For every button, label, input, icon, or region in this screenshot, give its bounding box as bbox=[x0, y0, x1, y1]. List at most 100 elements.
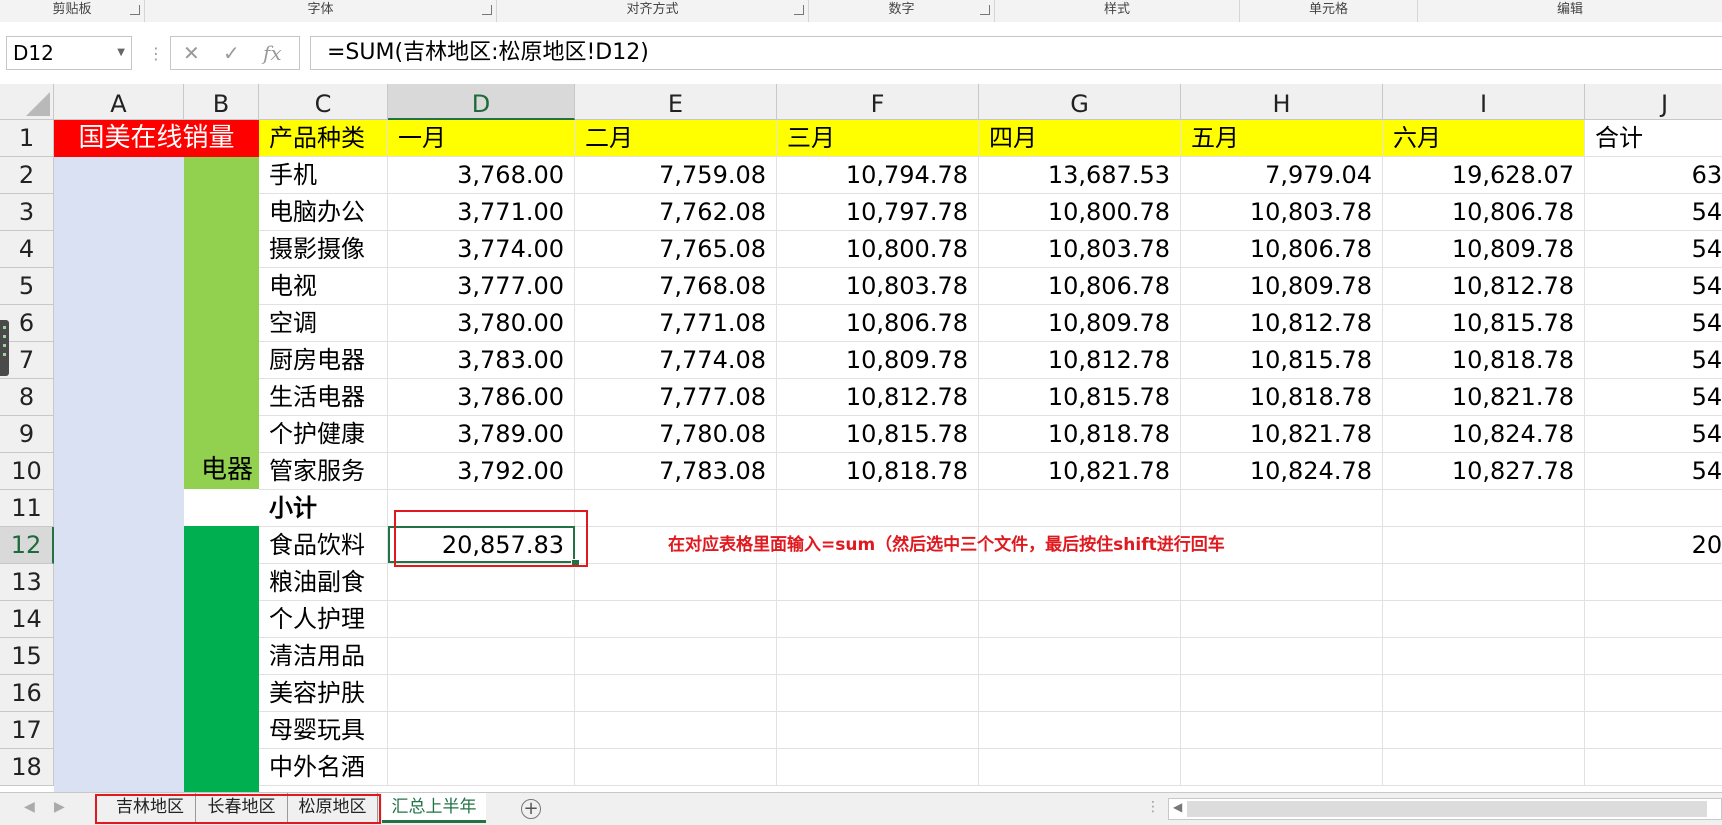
category-cell[interactable]: 食品饮料 bbox=[259, 527, 388, 564]
empty-cell[interactable] bbox=[1181, 564, 1383, 601]
total-cell[interactable]: 20,8 bbox=[1585, 527, 1722, 564]
value-cell[interactable]: 7,774.08 bbox=[575, 342, 777, 379]
row-header-10[interactable]: 10 bbox=[0, 453, 54, 490]
dialog-launcher-icon[interactable]: · bbox=[130, 5, 140, 15]
column-header-i[interactable]: I bbox=[1383, 84, 1585, 120]
spreadsheet-grid[interactable]: ABCDEFGHIJ 1 2 3 4 5 6 7 8 9 10 11 12 13 14 15 16 17 18 国… bbox=[0, 84, 1722, 792]
sheet-title[interactable]: 国美在线销量 bbox=[54, 120, 259, 157]
empty-cell[interactable] bbox=[777, 564, 979, 601]
empty-cell[interactable] bbox=[575, 490, 777, 527]
total-cell[interactable]: 54,8 bbox=[1585, 453, 1722, 490]
value-cell[interactable]: 10,806.78 bbox=[979, 268, 1181, 305]
value-cell[interactable]: 10,809.78 bbox=[979, 305, 1181, 342]
value-cell[interactable]: 10,812.78 bbox=[979, 342, 1181, 379]
value-cell[interactable]: 10,809.78 bbox=[777, 342, 979, 379]
row-header-16[interactable]: 16 bbox=[0, 675, 54, 712]
tab-splitter-icon[interactable]: ⋮ bbox=[1146, 799, 1160, 815]
total-cell[interactable]: 54,7 bbox=[1585, 268, 1722, 305]
value-cell[interactable]: 3,780.00 bbox=[388, 305, 575, 342]
row-header-14[interactable]: 14 bbox=[0, 601, 54, 638]
empty-cell[interactable] bbox=[979, 601, 1181, 638]
empty-cell[interactable] bbox=[979, 490, 1181, 527]
total-cell[interactable]: 54,8 bbox=[1585, 342, 1722, 379]
total-cell[interactable]: 63,6 bbox=[1585, 157, 1722, 194]
category-cell[interactable]: 美容护肤 bbox=[259, 675, 388, 712]
empty-cell[interactable] bbox=[1585, 490, 1722, 527]
tab-sheet-summary[interactable]: 汇总上半年 bbox=[382, 793, 486, 823]
value-cell[interactable]: 10,815.78 bbox=[777, 416, 979, 453]
empty-cell[interactable] bbox=[575, 564, 777, 601]
total-cell[interactable]: 54,8 bbox=[1585, 416, 1722, 453]
header-month-5[interactable]: 五月 bbox=[1181, 120, 1383, 157]
empty-cell[interactable] bbox=[1181, 601, 1383, 638]
value-cell[interactable]: 10,809.78 bbox=[1181, 268, 1383, 305]
value-cell[interactable]: 10,821.78 bbox=[1383, 379, 1585, 416]
value-cell[interactable]: 10,818.78 bbox=[777, 453, 979, 490]
category-cell[interactable]: 个人护理 bbox=[259, 601, 388, 638]
empty-cell[interactable] bbox=[388, 564, 575, 601]
column-header-j[interactable]: J bbox=[1585, 84, 1722, 120]
empty-cell[interactable] bbox=[1585, 638, 1722, 675]
header-month-6[interactable]: 六月 bbox=[1383, 120, 1585, 157]
empty-cell[interactable] bbox=[575, 712, 777, 749]
side-panel-handle[interactable] bbox=[0, 320, 9, 376]
category-cell[interactable]: 母婴玩具 bbox=[259, 712, 388, 749]
empty-cell[interactable] bbox=[388, 675, 575, 712]
category-cell[interactable]: 清洁用品 bbox=[259, 638, 388, 675]
value-cell[interactable]: 19,628.07 bbox=[1383, 157, 1585, 194]
empty-cell[interactable] bbox=[1585, 749, 1722, 786]
column-header-g[interactable]: G bbox=[979, 84, 1181, 120]
value-cell[interactable]: 10,815.78 bbox=[1383, 305, 1585, 342]
empty-cell[interactable] bbox=[777, 675, 979, 712]
row-header-5[interactable]: 5 bbox=[0, 268, 54, 305]
group-label-electronics[interactable]: 电器 bbox=[184, 452, 259, 489]
empty-cell[interactable] bbox=[1383, 490, 1585, 527]
empty-cell[interactable] bbox=[575, 749, 777, 786]
category-cell[interactable]: 个护健康 bbox=[259, 416, 388, 453]
category-cell[interactable]: 电视 bbox=[259, 268, 388, 305]
empty-cell[interactable] bbox=[388, 601, 575, 638]
empty-cell[interactable] bbox=[777, 490, 979, 527]
value-cell[interactable]: 7,771.08 bbox=[575, 305, 777, 342]
cancel-icon[interactable]: ✕ bbox=[183, 41, 200, 65]
value-cell[interactable]: 10,827.78 bbox=[1383, 453, 1585, 490]
column-header-e[interactable]: E bbox=[575, 84, 777, 120]
value-cell[interactable]: 7,780.08 bbox=[575, 416, 777, 453]
category-cell[interactable]: 手机 bbox=[259, 157, 388, 194]
empty-cell[interactable] bbox=[1585, 712, 1722, 749]
value-cell[interactable]: 10,812.78 bbox=[1383, 268, 1585, 305]
empty-cell[interactable] bbox=[979, 564, 1181, 601]
empty-cell[interactable] bbox=[1181, 638, 1383, 675]
value-cell[interactable]: 7,768.08 bbox=[575, 268, 777, 305]
dialog-launcher-icon[interactable]: · bbox=[980, 5, 990, 15]
empty-cell[interactable] bbox=[979, 638, 1181, 675]
row-header-17[interactable]: 17 bbox=[0, 712, 54, 749]
value-cell[interactable]: 10,797.78 bbox=[777, 194, 979, 231]
value-cell[interactable]: 10,812.78 bbox=[1181, 305, 1383, 342]
value-cell[interactable]: 10,818.78 bbox=[979, 416, 1181, 453]
empty-cell[interactable] bbox=[1383, 564, 1585, 601]
header-month-4[interactable]: 四月 bbox=[979, 120, 1181, 157]
subtotal-label[interactable]: 小计 bbox=[259, 490, 388, 527]
column-header-d[interactable]: D bbox=[388, 84, 575, 120]
category-cell[interactable]: 摄影摄像 bbox=[259, 231, 388, 268]
empty-cell[interactable] bbox=[1181, 749, 1383, 786]
empty-cell[interactable] bbox=[1181, 490, 1383, 527]
row-header-9[interactable]: 9 bbox=[0, 416, 54, 453]
header-month-3[interactable]: 三月 bbox=[777, 120, 979, 157]
column-header-f[interactable]: F bbox=[777, 84, 979, 120]
value-cell[interactable]: 3,783.00 bbox=[388, 342, 575, 379]
empty-cell[interactable] bbox=[388, 749, 575, 786]
empty-cell[interactable] bbox=[1383, 749, 1585, 786]
value-cell[interactable]: 3,777.00 bbox=[388, 268, 575, 305]
value-cell[interactable]: 7,979.04 bbox=[1181, 157, 1383, 194]
column-header-c[interactable]: C bbox=[259, 84, 388, 120]
value-cell[interactable]: 10,794.78 bbox=[777, 157, 979, 194]
row-header-13[interactable]: 13 bbox=[0, 564, 54, 601]
tab-scroll-left-icon[interactable]: ◀ bbox=[24, 799, 35, 815]
value-cell[interactable]: 10,803.78 bbox=[1181, 194, 1383, 231]
value-cell[interactable]: 7,759.08 bbox=[575, 157, 777, 194]
category-cell[interactable]: 粮油副食 bbox=[259, 564, 388, 601]
value-cell[interactable]: 3,789.00 bbox=[388, 416, 575, 453]
value-cell[interactable]: 3,774.00 bbox=[388, 231, 575, 268]
